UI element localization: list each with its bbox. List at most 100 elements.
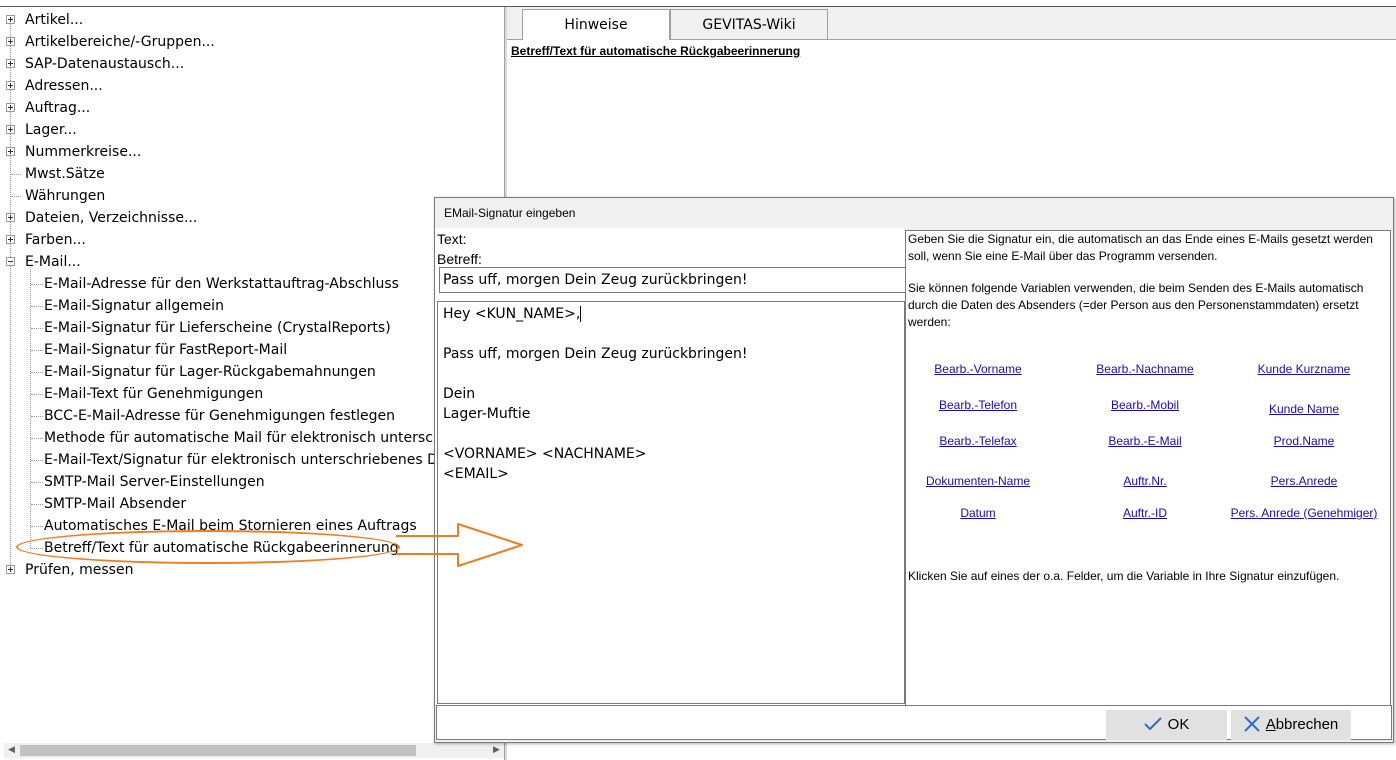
tree-connector (31, 504, 43, 505)
tree-item-label: E-Mail-Adresse für den Werkstattauftrag-… (44, 276, 399, 292)
expand-plus-icon[interactable] (6, 15, 15, 24)
cancel-button[interactable]: Abbrechen (1231, 710, 1351, 740)
betreff-input[interactable]: Pass uff, morgen Dein Zeug zurückbringen… (439, 267, 905, 293)
variable-link[interactable]: Auftr.Nr. (1123, 474, 1166, 488)
signature-body-line: Dein (443, 386, 476, 402)
tree-item-label: E-Mail... (25, 254, 81, 270)
tree-connector (11, 196, 21, 197)
variable-link[interactable]: Kunde Kurzname (1258, 362, 1351, 376)
tree-item[interactable]: E-Mail-Signatur für Lager-Rückgabemahnun… (4, 361, 504, 383)
cross-icon (1243, 715, 1260, 732)
tree-item[interactable]: SMTP-Mail Absender (4, 493, 504, 515)
tree-item[interactable]: BCC-E-Mail-Adresse für Genehmigungen fes… (4, 405, 504, 427)
tree-item-label: Artikel... (25, 12, 84, 28)
cancel-label-rest: bbrechen (1275, 716, 1339, 733)
tree-item-label: E-Mail-Signatur allgemein (44, 298, 224, 314)
tree-item[interactable]: E-Mail-Text/Signatur für elektronisch un… (4, 449, 504, 471)
variable-link[interactable]: Bearb.-Mobil (1111, 398, 1179, 412)
tree-item-label: Prüfen, messen (25, 562, 134, 578)
scroll-left-icon[interactable]: ◀ (4, 743, 19, 758)
settings-tree[interactable]: Artikel... Artikelbereiche/-Gruppen... SAP… (4, 7, 504, 743)
variable-link[interactable]: Kunde Name (1269, 402, 1339, 416)
variable-link[interactable]: Bearb.-Vorname (934, 362, 1021, 376)
tree-connector (11, 174, 21, 175)
tree-item-label: E-Mail-Text für Genehmigungen (44, 386, 264, 402)
tree-item[interactable]: E-Mail... (4, 251, 504, 273)
expand-plus-icon[interactable] (6, 37, 15, 46)
expand-plus-icon[interactable] (6, 103, 15, 112)
tree-item-label: SAP-Datenaustausch... (25, 56, 185, 72)
help-variables-text: Sie können folgende Variablen verwenden,… (908, 281, 1364, 329)
tree-item[interactable]: Dateien, Verzeichnisse... (4, 207, 504, 229)
tree-item[interactable]: Auftrag... (4, 97, 504, 119)
expand-plus-icon[interactable] (6, 125, 15, 134)
tree-item-label: SMTP-Mail Server-Einstellungen (44, 474, 265, 490)
variable-link[interactable]: Pers. Anrede (Genehmiger) (1231, 506, 1378, 520)
expand-plus-icon[interactable] (6, 565, 15, 574)
variable-link[interactable]: Bearb.-Nachname (1096, 362, 1193, 376)
dialog-editor-pane: Text: Betreff: Pass uff, morgen Dein Zeu… (435, 228, 905, 705)
tab-hinweise[interactable]: Hinweise (522, 9, 670, 40)
tree-item[interactable]: Währungen (4, 185, 504, 207)
tree-item-label: E-Mail-Signatur für FastReport-Mail (44, 342, 288, 358)
tree-item[interactable]: SAP-Datenaustausch... (4, 53, 504, 75)
expand-plus-icon[interactable] (6, 235, 15, 244)
tree-item[interactable]: Nummerkreise... (4, 141, 504, 163)
tree-item[interactable]: E-Mail-Signatur allgemein (4, 295, 504, 317)
signature-body-textarea[interactable]: Hey <KUN_NAME>, Pass uff, morgen Dein Zeu… (437, 301, 905, 704)
tree-item-label: Auftrag... (25, 100, 91, 116)
scrollbar-thumb[interactable] (20, 745, 416, 756)
expand-plus-icon[interactable] (6, 147, 15, 156)
expand-plus-icon[interactable] (6, 81, 15, 90)
variable-link[interactable]: Datum (960, 506, 995, 520)
tree-item[interactable]: SMTP-Mail Server-Einstellungen (4, 471, 504, 493)
help-footer-text: Klicken Sie auf eines der o.a. Felder, u… (908, 569, 1340, 583)
variable-link[interactable]: Dokumenten-Name (926, 474, 1030, 488)
tree-item-label: E-Mail-Signatur für Lieferscheine (Cryst… (44, 320, 391, 336)
highlight-ellipse (16, 530, 400, 564)
tree-item[interactable]: Mwst.Sätze (4, 163, 504, 185)
tab-strip: Hinweise GEVITAS-Wiki (507, 7, 1396, 40)
tab-gevitas-wiki[interactable]: GEVITAS-Wiki (670, 9, 828, 39)
tree-connector (31, 394, 43, 395)
tree-item-label: Lager... (25, 122, 77, 138)
signature-body-line: Lager-Muftie (443, 406, 531, 422)
expand-plus-icon[interactable] (6, 213, 15, 222)
annotation-arrow (396, 523, 523, 567)
tree-item[interactable]: Lager... (4, 119, 504, 141)
tree-item[interactable]: Adressen... (4, 75, 504, 97)
tree-item[interactable]: Farben... (4, 229, 504, 251)
tree-item[interactable]: E-Mail-Signatur für Lieferscheine (Cryst… (4, 317, 504, 339)
tree-connector (31, 460, 43, 461)
ok-button[interactable]: OK (1106, 710, 1227, 740)
help-intro-text: Geben Sie die Signatur ein, die automati… (908, 232, 1373, 263)
tree-connector (31, 372, 43, 373)
scroll-right-icon[interactable]: ▶ (489, 743, 504, 758)
tree-item[interactable]: Artikel... (4, 9, 504, 31)
tree-item-label: Methode für automatische Mail für elektr… (44, 430, 469, 446)
tree-item-label: Mwst.Sätze (25, 166, 105, 182)
tree-connector (31, 416, 43, 417)
tree-item-label: Farben... (25, 232, 86, 248)
tree-item[interactable]: Methode für automatische Mail für elektr… (4, 427, 504, 449)
tree-item[interactable]: Artikelbereiche/-Gruppen... (4, 31, 504, 53)
collapse-minus-icon[interactable] (6, 257, 15, 266)
variable-link[interactable]: Pers.Anrede (1271, 474, 1338, 488)
variable-link[interactable]: Prod.Name (1274, 434, 1335, 448)
tree-horizontal-scrollbar[interactable]: ◀ ▶ (4, 743, 504, 758)
expand-plus-icon[interactable] (6, 59, 15, 68)
dialog-title: EMail-Signatur eingeben (444, 206, 576, 220)
variable-link[interactable]: Bearb.-Telefon (939, 398, 1017, 412)
variable-link[interactable]: Bearb.-E-Mail (1108, 434, 1181, 448)
signature-body-line: <VORNAME> <NACHNAME> (443, 446, 647, 462)
tree-connector (31, 482, 43, 483)
tree-item[interactable]: E-Mail-Signatur für FastReport-Mail (4, 339, 504, 361)
tree-item-label: Währungen (25, 188, 106, 204)
tree-item[interactable]: E-Mail-Text für Genehmigungen (4, 383, 504, 405)
tree-item[interactable]: E-Mail-Adresse für den Werkstattauftrag-… (4, 273, 504, 295)
variable-link[interactable]: Bearb.-Telefax (939, 434, 1016, 448)
variable-link[interactable]: Auftr.-ID (1123, 506, 1167, 520)
tree-connector (31, 328, 43, 329)
tree-item-label: Nummerkreise... (25, 144, 142, 160)
signature-body-line: <EMAIL> (443, 466, 509, 482)
